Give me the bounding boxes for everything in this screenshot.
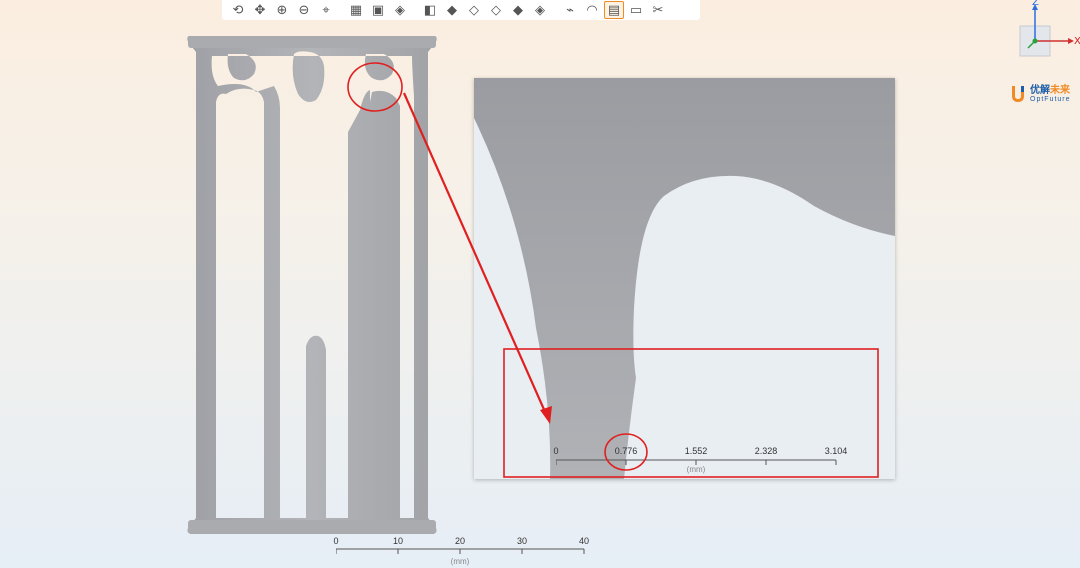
- axis-triad: Z X: [1010, 0, 1080, 70]
- view-top-icon[interactable]: ◆: [508, 1, 528, 19]
- pick-point-icon[interactable]: ⌁: [560, 1, 580, 19]
- plane-icon[interactable]: ▭: [626, 1, 646, 19]
- zoom-detail-geometry: [474, 78, 895, 479]
- zoom-scale-tick: 3.104: [824, 446, 848, 456]
- zoom-fit-icon[interactable]: ⌖: [316, 1, 336, 19]
- main-scale-unit: (mm): [450, 557, 470, 566]
- x-axis-label: X: [1074, 36, 1080, 47]
- main-scale-tick: 20: [454, 536, 466, 546]
- select-grid-icon[interactable]: ▦: [346, 1, 366, 19]
- zoom-detail-panel: 0 0.776 1.552 2.328 3.104 (mm): [474, 78, 895, 479]
- zoom-scale-tick: 0: [553, 446, 559, 456]
- main-scale-bar: 0 10 20 30 40 (mm): [333, 536, 590, 568]
- view-back-icon[interactable]: ◆: [442, 1, 462, 19]
- clip-icon[interactable]: ✂: [648, 1, 668, 19]
- optfuture-logo: 优解未来 OptFuture: [1010, 84, 1071, 104]
- bottom-plate: [188, 520, 436, 534]
- measure-angle-icon[interactable]: ◠: [582, 1, 602, 19]
- select-play-icon[interactable]: ▣: [368, 1, 388, 19]
- view-front-icon[interactable]: ◧: [420, 1, 440, 19]
- zoom-scale-bar: 0 0.776 1.552 2.328 3.104 (mm): [553, 444, 856, 474]
- view-iso-icon[interactable]: ◈: [530, 1, 550, 19]
- view-cube-icon[interactable]: ◈: [390, 1, 410, 19]
- logo-text-cn-a: 优解: [1030, 84, 1050, 96]
- main-scale-tick: 0: [333, 536, 339, 546]
- top-plate: [188, 36, 436, 48]
- zoom-in-icon[interactable]: ⊕: [272, 1, 292, 19]
- logo-text-cn-b: 未来: [1050, 84, 1070, 96]
- main-scale-tick: 40: [578, 536, 590, 546]
- zoom-scale-tick: 2.328: [754, 446, 778, 456]
- zoom-out-icon[interactable]: ⊖: [294, 1, 314, 19]
- zoom-scale-tick: 1.552: [684, 446, 708, 456]
- view-right-icon[interactable]: ◇: [486, 1, 506, 19]
- logo-text-en: OptFuture: [1030, 95, 1071, 103]
- zoom-scale-line: [556, 459, 837, 465]
- view-toolbar: ⟲ ✥ ⊕ ⊖ ⌖ ▦ ▣ ◈ ◧ ◆ ◇ ◇ ◆ ◈ ⌁ ◠ ▤ ▭ ✂: [222, 0, 700, 20]
- main-scale-tick: 10: [392, 536, 404, 546]
- main-scale-tick: 30: [516, 536, 528, 546]
- view-left-icon[interactable]: ◇: [464, 1, 484, 19]
- zoom-scale-unit: (mm): [686, 465, 706, 474]
- zoom-scale-tick: 0.776: [614, 446, 638, 456]
- rotate-icon[interactable]: ⟲: [228, 1, 248, 19]
- logo-mark-icon: [1012, 86, 1024, 102]
- axis-triad-icon: [1019, 4, 1074, 57]
- z-axis-label: Z: [1032, 0, 1039, 8]
- topology-model-view[interactable]: [186, 36, 438, 534]
- ruler-icon[interactable]: ▤: [604, 1, 624, 19]
- pan-icon[interactable]: ✥: [250, 1, 270, 19]
- logo-text-cn: 优解未来: [1030, 85, 1071, 96]
